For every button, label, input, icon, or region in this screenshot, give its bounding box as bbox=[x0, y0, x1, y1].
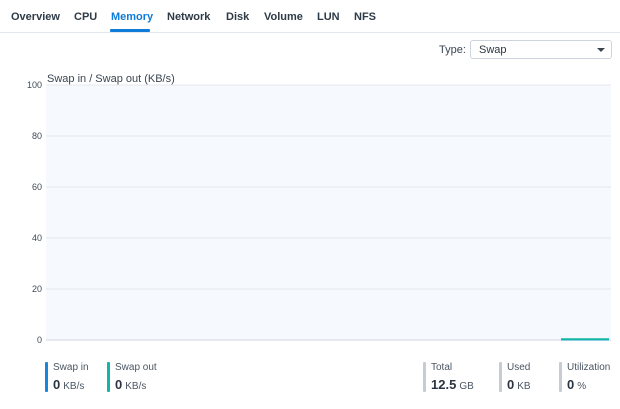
stat-swap-in-bar bbox=[45, 362, 48, 392]
stat-swap-in: Swap in 0 KB/s bbox=[45, 362, 89, 392]
stat-total-unit: GB bbox=[459, 381, 474, 392]
y-tick-label-80: 80 bbox=[32, 131, 42, 141]
stat-utilization-label: Utilization bbox=[567, 362, 611, 373]
stat-swap-out: Swap out 0 KB/s bbox=[107, 362, 157, 392]
stat-swap-in-unit: KB/s bbox=[63, 381, 85, 392]
stat-total-bar bbox=[423, 362, 426, 392]
stat-swap-out-value: 0 KB/s bbox=[115, 377, 157, 394]
stat-swap-out-number: 0 bbox=[115, 377, 123, 392]
stat-total-value: 12.5 GB bbox=[431, 377, 474, 394]
swap-chart: 0 20 40 60 80 100 bbox=[27, 80, 611, 345]
stat-utilization-number: 0 bbox=[567, 377, 575, 392]
stat-used: Used 0 KB bbox=[499, 362, 531, 392]
stat-utilization-unit: % bbox=[577, 381, 587, 392]
stat-swap-out-bar bbox=[107, 362, 110, 392]
stat-swap-in-label: Swap in bbox=[53, 362, 89, 373]
stat-used-value: 0 KB bbox=[507, 377, 531, 394]
stat-swap-out-label: Swap out bbox=[115, 362, 157, 373]
stat-utilization: Utilization 0% bbox=[559, 362, 610, 392]
stat-used-number: 0 bbox=[507, 377, 515, 392]
stat-utilization-bar bbox=[559, 362, 562, 392]
stat-utilization-value: 0% bbox=[567, 377, 610, 394]
stat-swap-out-unit: KB/s bbox=[125, 381, 147, 392]
stat-used-unit: KB bbox=[517, 381, 531, 392]
stat-total-label: Total bbox=[431, 362, 453, 373]
stat-total-number: 12.5 bbox=[431, 377, 457, 392]
y-tick-label-60: 60 bbox=[32, 182, 42, 192]
y-tick-label-20: 20 bbox=[32, 284, 42, 294]
stat-total: Total 12.5 GB bbox=[423, 362, 474, 392]
y-tick-label-0: 0 bbox=[37, 335, 42, 345]
y-tick-label-40: 40 bbox=[32, 233, 42, 243]
stat-swap-in-number: 0 bbox=[53, 377, 61, 392]
stat-used-label: Used bbox=[507, 362, 531, 373]
y-tick-label-100: 100 bbox=[27, 80, 42, 90]
stat-used-bar bbox=[499, 362, 502, 392]
stat-swap-in-value: 0 KB/s bbox=[53, 377, 89, 394]
